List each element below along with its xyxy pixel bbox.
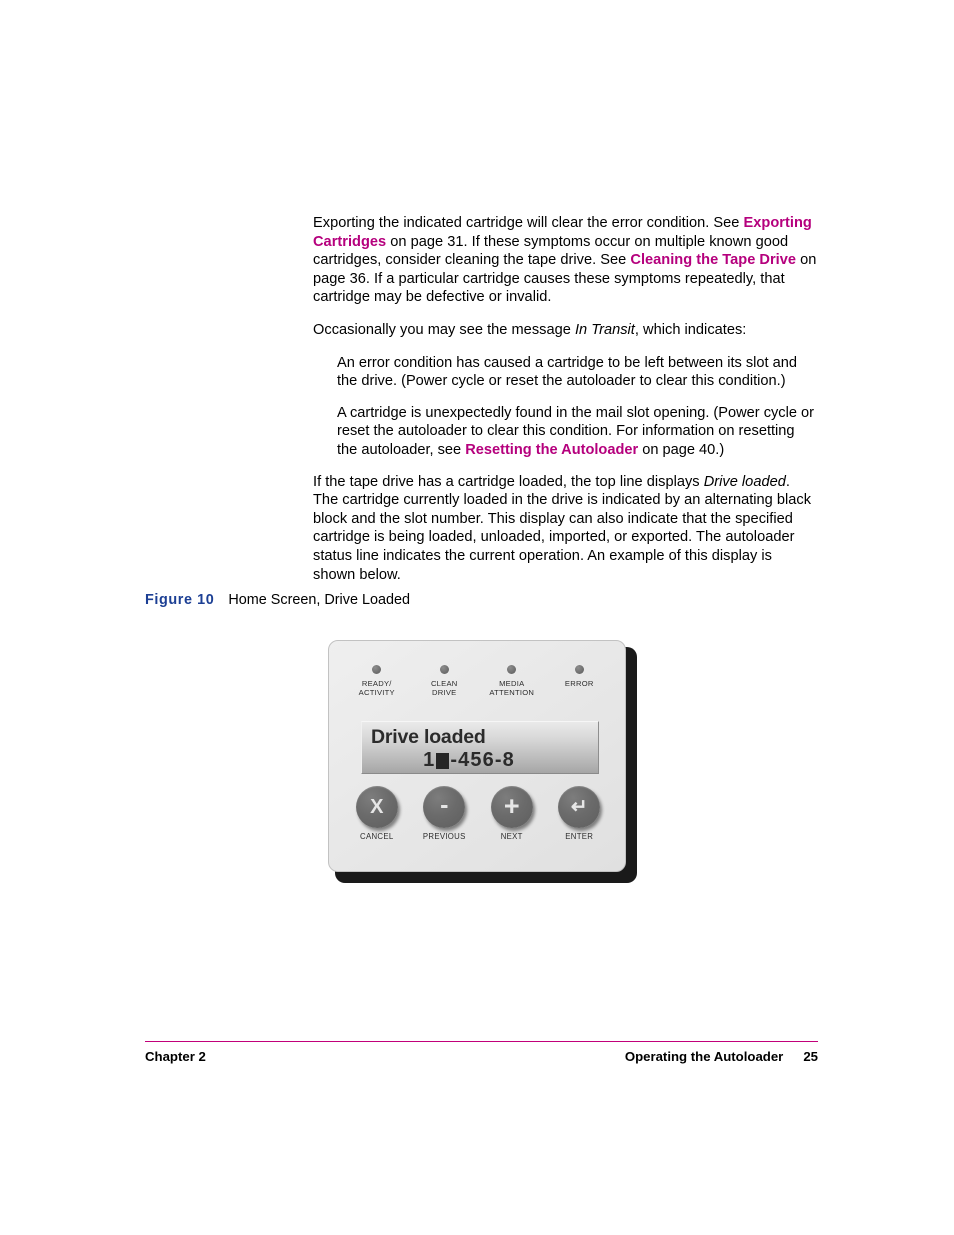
led-clean-drive: CLEAN DRIVE — [411, 665, 477, 698]
button-label: CANCEL — [360, 832, 394, 841]
body-text-column: Exporting the indicated cartridge will c… — [313, 214, 818, 584]
button-label: NEXT — [500, 832, 523, 841]
page-footer: Chapter 2 Operating the Autoloader 25 — [145, 1049, 818, 1064]
emphasis-in-transit: In Transit — [574, 321, 635, 338]
enter-button-circle[interactable]: ↵ — [558, 786, 601, 828]
return-arrow-icon: ↵ — [570, 795, 588, 818]
footer-right-group: Operating the Autoloader 25 — [625, 1049, 818, 1064]
emphasis-drive-loaded: Drive loaded — [703, 473, 786, 490]
paragraph-drive-loaded: If the tape drive has a cartridge loaded… — [313, 473, 818, 585]
led-label: READY/ ACTIVITY — [358, 679, 395, 698]
led-media-attention: MEDIA ATTENTION — [479, 665, 545, 698]
paragraph-text-segment: If the tape drive has a cartridge loaded… — [313, 473, 704, 490]
plus-icon: + — [503, 790, 520, 821]
paragraph-text-segment: Occasionally you may see the message — [313, 321, 575, 338]
paragraph-in-transit-intro: Occasionally you may see the message In … — [313, 321, 818, 340]
footer-section-label: Operating the Autoloader — [624, 1049, 784, 1064]
led-dot-icon — [507, 665, 517, 674]
lcd-line-2-slots: 1 -456-8 — [371, 749, 589, 772]
footer-divider — [145, 1041, 818, 1043]
button-next[interactable]: + NEXT — [479, 786, 545, 841]
cancel-button-circle[interactable]: X — [355, 786, 398, 828]
lcd-loaded-slot-block-icon — [436, 752, 450, 769]
button-cancel[interactable]: X CANCEL — [344, 786, 410, 841]
operator-control-panel-figure: READY/ ACTIVITY CLEAN DRIVE MEDIA ATTENT… — [328, 640, 637, 883]
paragraph-error-condition: An error condition has caused a cartridg… — [337, 354, 797, 390]
figure-caption: Figure 10 Home Screen, Drive Loaded — [145, 592, 410, 608]
button-previous[interactable]: - PREVIOUS — [411, 786, 477, 841]
led-dot-icon — [372, 665, 382, 674]
xref-cleaning-the-tape-drive[interactable]: Cleaning the Tape Drive — [630, 252, 796, 268]
figure-number-label: Figure 10 — [145, 592, 215, 608]
x-icon: X — [370, 796, 384, 818]
button-label: PREVIOUS — [422, 832, 466, 841]
led-label: MEDIA ATTENTION — [489, 679, 535, 698]
led-indicator-row: READY/ ACTIVITY CLEAN DRIVE MEDIA ATTENT… — [343, 665, 613, 698]
next-button-circle[interactable]: + — [490, 786, 533, 828]
led-error: ERROR — [546, 665, 612, 688]
led-dot-icon — [439, 665, 449, 674]
button-enter[interactable]: ↵ ENTER — [546, 786, 612, 841]
paragraph-text-segment: , which indicates: — [634, 321, 747, 338]
lcd-slot-suffix: -456-8 — [450, 749, 515, 771]
button-label: ENTER — [565, 832, 594, 841]
footer-page-number: 25 — [803, 1049, 818, 1064]
led-label: CLEAN DRIVE — [430, 679, 458, 698]
lcd-line-1-status: Drive loaded — [371, 726, 486, 748]
panel-face: READY/ ACTIVITY CLEAN DRIVE MEDIA ATTENT… — [328, 640, 626, 872]
lcd-display: Drive loaded 1 -456-8 — [361, 721, 599, 774]
paragraph-text-segment: on page 40.) — [638, 441, 725, 458]
led-label: ERROR — [564, 679, 594, 688]
led-ready-activity: READY/ ACTIVITY — [344, 665, 410, 698]
paragraph-mail-slot: A cartridge is unexpectedly found in the… — [337, 404, 818, 460]
minus-icon: - — [440, 791, 449, 819]
led-dot-icon — [574, 665, 584, 674]
lcd-slot-prefix: 1 — [423, 749, 436, 771]
paragraph-text-segment: Exporting the indicated cartridge will c… — [313, 215, 744, 231]
xref-resetting-the-autoloader[interactable]: Resetting the Autoloader — [465, 442, 638, 458]
previous-button-circle[interactable]: - — [423, 786, 466, 828]
figure-title-label: Home Screen, Drive Loaded — [228, 592, 410, 608]
paragraph-export-error: Exporting the indicated cartridge will c… — [313, 214, 818, 307]
footer-chapter-label: Chapter 2 — [145, 1049, 206, 1064]
button-row: X CANCEL - PREVIOUS + NEXT ↵ ENTER — [343, 786, 613, 841]
